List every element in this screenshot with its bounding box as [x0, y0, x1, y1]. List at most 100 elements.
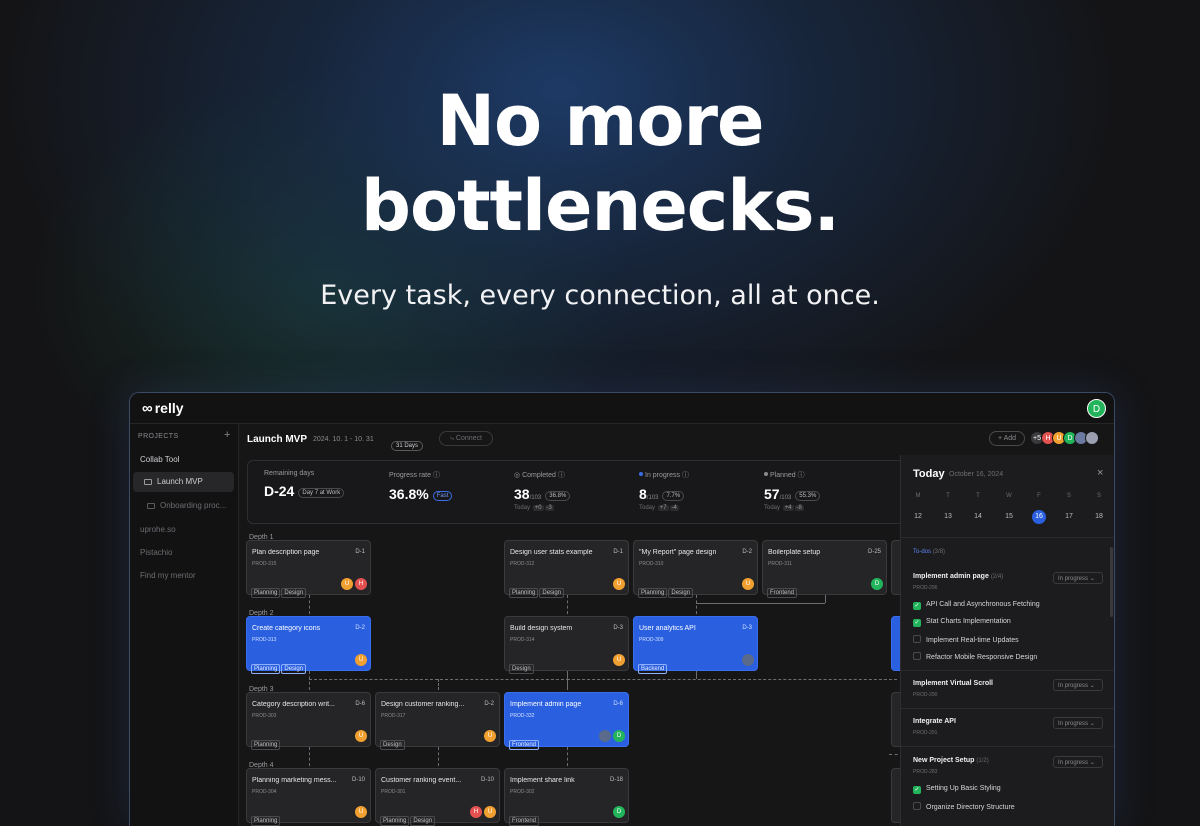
scrollbar[interactable]: [1110, 547, 1113, 617]
info-icon[interactable]: ⓘ: [558, 472, 565, 479]
assignee-avatar: D: [613, 806, 625, 818]
info-icon[interactable]: ⓘ: [798, 472, 805, 479]
chevron-down-icon: ⌄: [1089, 760, 1095, 766]
task-id: PROD-283: [913, 769, 938, 775]
add-project-button[interactable]: +: [224, 429, 230, 441]
assignee-avatar: U: [355, 654, 367, 666]
stat-total: /103: [779, 495, 792, 501]
subtask-item[interactable]: Organize Directory Structure: [913, 802, 1015, 811]
task-id: PROD-332: [510, 713, 535, 719]
task-id: PROD-310: [639, 561, 664, 567]
task-card[interactable]: Implement admin page D-6 PROD-332 Fronte…: [504, 692, 629, 750]
calendar-day[interactable]: 13: [941, 510, 955, 524]
info-icon[interactable]: ⓘ: [433, 472, 440, 479]
todo-task-title: New Project Setup (1/2): [913, 757, 989, 764]
assignee-avatar: D: [613, 730, 625, 742]
assignee-avatar: H: [470, 806, 482, 818]
task-due: D-6: [613, 701, 623, 707]
todo-task-title[interactable]: Implement Virtual Scroll: [913, 680, 993, 687]
divider: [901, 537, 1114, 538]
task-tag: Planning: [251, 664, 281, 674]
logo[interactable]: ∞ relly: [142, 400, 184, 417]
connect-button[interactable]: ⤷ Connect: [439, 431, 493, 446]
checkbox-checked[interactable]: ✓: [913, 602, 921, 610]
task-card[interactable]: User analytics API D-3 PROD-309 Backend: [633, 616, 758, 674]
task-card[interactable]: Plan description page D-1 PROD-315 Plann…: [246, 540, 371, 598]
task-card[interactable]: Build design system D-3 PROD-314 Design …: [504, 616, 629, 674]
task-card[interactable]: Category description writ... D-6 PROD-30…: [246, 692, 371, 750]
task-title: Create category icons: [252, 625, 321, 632]
status-select[interactable]: In progress ⌄: [1053, 756, 1103, 768]
checkbox[interactable]: [913, 802, 921, 810]
dependency-edge: [438, 679, 439, 690]
calendar-day[interactable]: 15: [1002, 510, 1016, 524]
user-avatar[interactable]: D: [1087, 399, 1106, 418]
add-button[interactable]: + Add: [989, 431, 1025, 446]
sidebar-item-pistachio[interactable]: Pistachio: [140, 548, 172, 557]
checkbox[interactable]: [913, 635, 921, 643]
task-card[interactable]: Boilerplate setup D-25 PROD-311 Frontend…: [762, 540, 887, 598]
todo-task-title[interactable]: Integrate API: [913, 718, 956, 725]
calendar-day[interactable]: 17: [1062, 510, 1076, 524]
task-tag: Frontend: [509, 816, 540, 826]
task-tag: Design: [281, 664, 307, 674]
calendar-day[interactable]: 14: [971, 510, 985, 524]
status-select[interactable]: In progress ⌄: [1053, 679, 1103, 691]
sidebar-item-find-my-mentor[interactable]: Find my mentor: [140, 571, 196, 580]
status-label: In progress: [1058, 576, 1089, 582]
checkbox[interactable]: [913, 652, 921, 660]
today-delta: -4: [669, 505, 679, 511]
task-due: D-2: [742, 549, 752, 555]
subtask-item[interactable]: ✓ API Call and Asynchronous Fetching: [913, 601, 1040, 610]
today-delta: -8: [794, 505, 804, 511]
todo-task-title: Implement admin page (2/4): [913, 573, 1003, 580]
task-card[interactable]: Planning marketing mess... D-10 PROD-304…: [246, 768, 371, 826]
close-icon[interactable]: ×: [1097, 467, 1103, 479]
assignee-avatar: D: [871, 578, 883, 590]
status-select[interactable]: In progress ⌄: [1053, 717, 1103, 729]
checkbox-checked[interactable]: ✓: [913, 619, 921, 627]
assignee-avatar: H: [355, 578, 367, 590]
divider: [901, 708, 1114, 709]
task-card[interactable]: Create category icons D-2 PROD-313 Plann…: [246, 616, 371, 674]
task-tag: Design: [380, 740, 405, 750]
info-icon[interactable]: ⓘ: [682, 472, 689, 479]
assignee-avatar: U: [613, 654, 625, 666]
checkbox-checked[interactable]: ✓: [913, 786, 921, 794]
today-label: Today: [514, 505, 531, 511]
task-id: PROD-291: [913, 730, 938, 736]
calendar-day-selected[interactable]: 16: [1032, 510, 1046, 524]
stat-remaining-days: Remaining days D-24 Day 7 at Work: [264, 470, 345, 499]
subtask-item[interactable]: ✓ Stat Charts Implementation: [913, 618, 1011, 627]
hero-subtitle: Every task, every connection, all at onc…: [320, 280, 880, 311]
task-card[interactable]: Implement share link D-18 PROD-302 Front…: [504, 768, 629, 826]
assignee-avatar: U: [484, 806, 496, 818]
subtask-item[interactable]: Refactor Mobile Responsive Design: [913, 652, 1037, 661]
status-label: In progress: [1058, 721, 1089, 727]
stat-value: D-24: [264, 483, 295, 499]
task-due: D-2: [484, 701, 494, 707]
check-circle-icon: ◎: [514, 472, 523, 479]
calendar-day[interactable]: 18: [1092, 510, 1106, 524]
sidebar-item-uprohe[interactable]: uprohe.so: [140, 525, 176, 534]
subtask-item[interactable]: ✓ Setting Up Basic Styling: [913, 785, 1001, 794]
sidebar-item-collab-tool[interactable]: Collab Tool: [140, 455, 179, 464]
task-card[interactable]: Design user stats example D-1 PROD-312 P…: [504, 540, 629, 598]
dependency-edge: [825, 595, 826, 603]
task-id: PROD-313: [252, 637, 277, 643]
task-card[interactable]: "My Report" page design D-2 PROD-310 Pla…: [633, 540, 758, 598]
task-tag: Frontend: [767, 588, 798, 598]
sidebar-item-launch-mvp[interactable]: Launch MVP: [133, 472, 234, 492]
calendar-day[interactable]: 12: [911, 510, 925, 524]
task-title: Design user stats example: [510, 549, 593, 556]
task-card[interactable]: Design customer ranking... D-2 PROD-317 …: [375, 692, 500, 750]
status-select[interactable]: In progress ⌄: [1053, 572, 1103, 584]
task-card[interactable]: Customer ranking event... D-10 PROD-301 …: [375, 768, 500, 826]
subtask-item[interactable]: Implement Real-time Updates: [913, 635, 1019, 644]
assignee-avatar: U: [742, 578, 754, 590]
sidebar-item-onboarding[interactable]: Onboarding proc...: [147, 501, 226, 510]
task-id: PROD-304: [252, 789, 277, 795]
sidebar: PROJECTS + Collab Tool Launch MVP Onboar…: [130, 424, 239, 826]
dependency-edge: [696, 671, 697, 679]
task-title-text: Implement admin page: [913, 573, 989, 580]
